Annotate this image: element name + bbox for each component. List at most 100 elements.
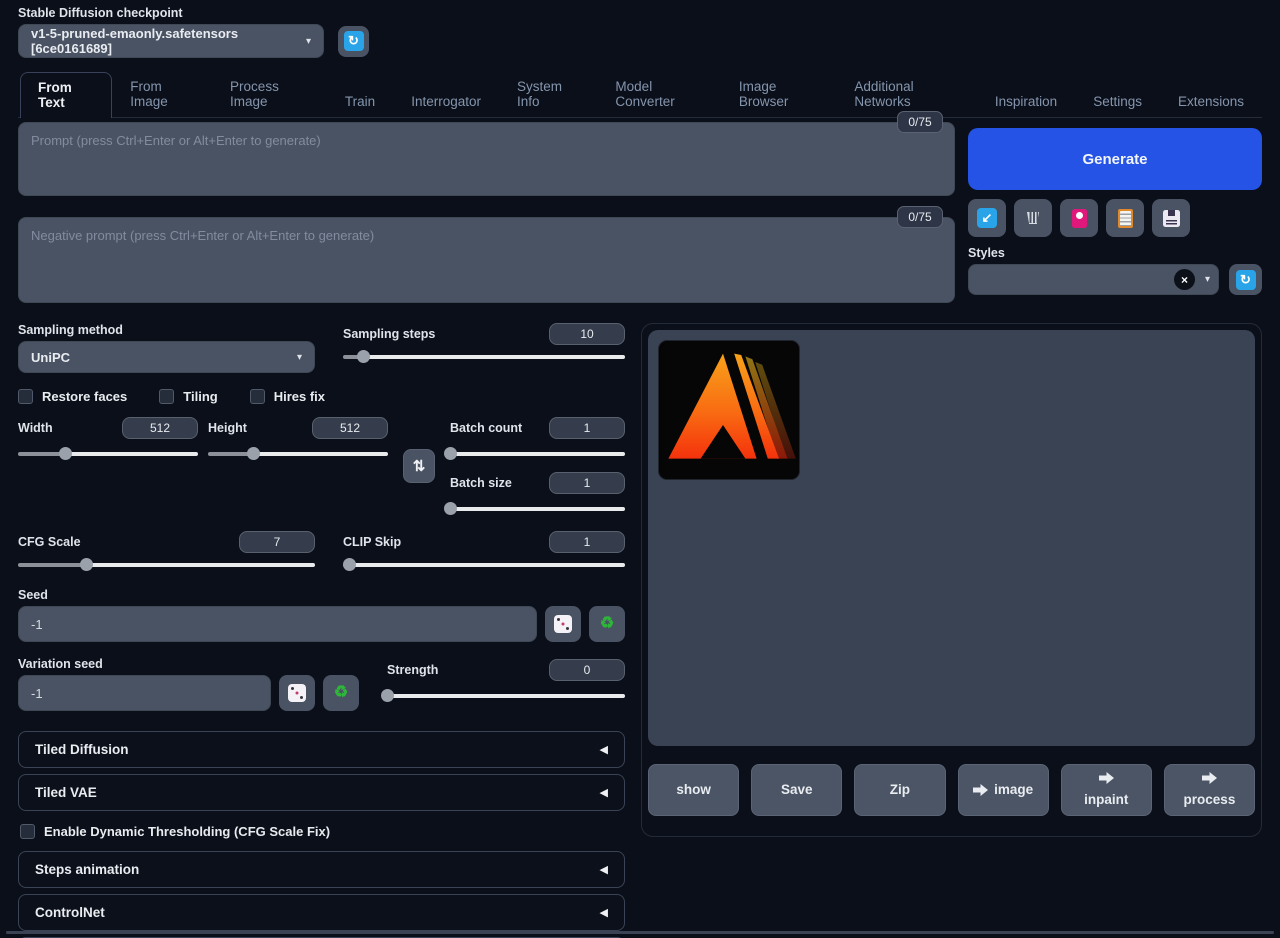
styles-refresh-button[interactable]: ↻ bbox=[1229, 264, 1262, 295]
accordion-title: ControlNet bbox=[35, 905, 105, 920]
random-seed-button[interactable] bbox=[545, 606, 581, 642]
tab-train[interactable]: Train bbox=[327, 86, 393, 117]
sampling-steps-value[interactable]: 10 bbox=[549, 323, 625, 345]
tab-image-browser[interactable]: Image Browser bbox=[721, 71, 837, 117]
hires-fix-checkbox[interactable]: Hires fix bbox=[250, 389, 325, 404]
accordion-tiled-vae[interactable]: Tiled VAE ◀ bbox=[18, 774, 625, 811]
height-value[interactable]: 512 bbox=[312, 417, 388, 439]
chevron-down-icon: ▾ bbox=[1205, 274, 1210, 285]
floppy-disk-icon bbox=[1163, 210, 1180, 227]
accordion-controlnet[interactable]: ControlNet ◀ bbox=[18, 894, 625, 931]
batch-count-label: Batch count bbox=[450, 421, 522, 435]
apply-styles-button[interactable] bbox=[1106, 199, 1144, 237]
width-label: Width bbox=[18, 421, 53, 435]
clear-prompt-button[interactable] bbox=[1014, 199, 1052, 237]
refresh-icon: ↻ bbox=[344, 31, 364, 51]
random-variation-seed-button[interactable] bbox=[279, 675, 315, 711]
trash-icon bbox=[1026, 212, 1040, 224]
checkbox-icon bbox=[250, 389, 265, 404]
clear-styles-icon[interactable]: × bbox=[1174, 269, 1195, 290]
prompt-input[interactable] bbox=[18, 122, 955, 196]
accordion-title: Tiled Diffusion bbox=[35, 742, 129, 757]
extra-networks-button[interactable] bbox=[1060, 199, 1098, 237]
send-to-inpaint-button[interactable]: inpaint bbox=[1061, 764, 1152, 816]
clip-skip-value[interactable]: 1 bbox=[549, 531, 625, 553]
slider-handle[interactable] bbox=[247, 447, 260, 460]
tab-settings[interactable]: Settings bbox=[1075, 86, 1160, 117]
dice-icon bbox=[554, 615, 572, 633]
reuse-variation-seed-button[interactable]: ♻ bbox=[323, 675, 359, 711]
button-label: inpaint bbox=[1084, 791, 1128, 809]
clip-skip-slider[interactable] bbox=[343, 558, 625, 571]
swap-icon: ⇅ bbox=[413, 457, 426, 475]
batch-count-slider[interactable] bbox=[450, 447, 625, 460]
tiling-checkbox[interactable]: Tiling bbox=[159, 389, 217, 404]
tab-interrogator[interactable]: Interrogator bbox=[393, 86, 499, 117]
tab-from-image[interactable]: From Image bbox=[112, 71, 212, 117]
button-label: Save bbox=[781, 781, 813, 799]
width-value[interactable]: 512 bbox=[122, 417, 198, 439]
checkpoint-select[interactable]: v1-5-pruned-emaonly.safetensors [6ce0161… bbox=[18, 24, 324, 58]
slider-handle[interactable] bbox=[357, 350, 370, 363]
accordion-steps-animation[interactable]: Steps animation ◀ bbox=[18, 851, 625, 888]
cfg-scale-slider[interactable] bbox=[18, 558, 315, 571]
zip-button[interactable]: Zip bbox=[854, 764, 945, 816]
slider-handle[interactable] bbox=[444, 447, 457, 460]
tab-process-image[interactable]: Process Image bbox=[212, 71, 327, 117]
batch-size-slider[interactable] bbox=[450, 502, 625, 515]
read-generation-params-button[interactable]: ↙ bbox=[968, 199, 1006, 237]
styles-dropdown[interactable]: × ▾ bbox=[968, 264, 1219, 295]
save-button[interactable]: Save bbox=[751, 764, 842, 816]
generate-button[interactable]: Generate bbox=[968, 128, 1262, 190]
width-slider[interactable] bbox=[18, 447, 198, 460]
tab-from-text[interactable]: From Text bbox=[20, 72, 112, 118]
tab-system-info[interactable]: System Info bbox=[499, 71, 597, 117]
slider-handle[interactable] bbox=[59, 447, 72, 460]
tab-model-converter[interactable]: Model Converter bbox=[597, 71, 720, 117]
slider-handle[interactable] bbox=[444, 502, 457, 515]
slider-handle[interactable] bbox=[343, 558, 356, 571]
height-slider[interactable] bbox=[208, 447, 388, 460]
accordion-tiled-diffusion[interactable]: Tiled Diffusion ◀ bbox=[18, 731, 625, 768]
send-to-process-button[interactable]: process bbox=[1164, 764, 1255, 816]
checkbox-icon bbox=[18, 389, 33, 404]
swap-dimensions-button[interactable]: ⇅ bbox=[403, 449, 435, 483]
dice-icon bbox=[288, 684, 306, 702]
arrow-lower-left-icon: ↙ bbox=[977, 208, 997, 228]
strength-slider[interactable] bbox=[387, 689, 625, 702]
sampling-method-select[interactable]: UniPC ▾ bbox=[18, 341, 315, 373]
dynamic-thresholding-checkbox[interactable]: Enable Dynamic Thresholding (CFG Scale F… bbox=[20, 824, 625, 839]
strength-value[interactable]: 0 bbox=[549, 659, 625, 681]
sampling-steps-slider[interactable] bbox=[343, 350, 625, 363]
checkbox-icon bbox=[20, 824, 35, 839]
seed-input[interactable] bbox=[18, 606, 537, 642]
restore-faces-label: Restore faces bbox=[42, 389, 127, 404]
main-tabbar: From Text From Image Process Image Train… bbox=[18, 71, 1262, 118]
batch-size-value[interactable]: 1 bbox=[549, 472, 625, 494]
show-button[interactable]: show bbox=[648, 764, 739, 816]
checkpoint-refresh-button[interactable]: ↻ bbox=[338, 26, 369, 57]
cfg-scale-value[interactable]: 7 bbox=[239, 531, 315, 553]
tab-inspiration[interactable]: Inspiration bbox=[977, 86, 1075, 117]
negative-prompt-input[interactable] bbox=[18, 217, 955, 303]
output-gallery bbox=[648, 330, 1255, 746]
reuse-seed-button[interactable]: ♻ bbox=[589, 606, 625, 642]
checkpoint-value: v1-5-pruned-emaonly.safetensors [6ce0161… bbox=[31, 26, 296, 56]
negative-token-counter: 0/75 bbox=[897, 206, 943, 228]
slider-handle[interactable] bbox=[381, 689, 394, 702]
restore-faces-checkbox[interactable]: Restore faces bbox=[18, 389, 127, 404]
save-style-button[interactable] bbox=[1152, 199, 1190, 237]
slider-handle[interactable] bbox=[80, 558, 93, 571]
output-thumbnail[interactable] bbox=[658, 340, 800, 480]
batch-count-value[interactable]: 1 bbox=[549, 417, 625, 439]
refresh-icon: ↻ bbox=[1236, 270, 1256, 290]
variation-seed-label: Variation seed bbox=[18, 657, 359, 671]
send-to-image-button[interactable]: image bbox=[958, 764, 1049, 816]
app-root: Stable Diffusion checkpoint v1-5-pruned-… bbox=[0, 0, 1280, 938]
seed-label: Seed bbox=[18, 588, 625, 602]
strength-label: Strength bbox=[387, 663, 438, 677]
tab-extensions[interactable]: Extensions bbox=[1160, 86, 1262, 117]
generated-logo-image bbox=[659, 341, 800, 480]
variation-seed-input[interactable] bbox=[18, 675, 271, 711]
arrow-right-icon bbox=[1099, 772, 1114, 784]
